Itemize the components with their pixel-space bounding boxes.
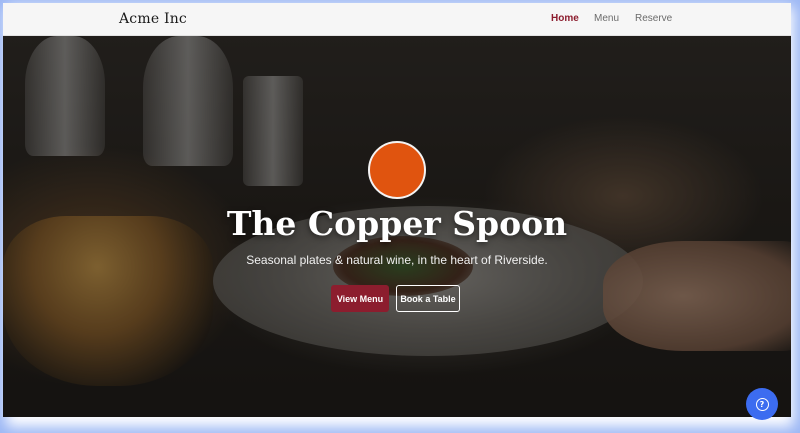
hero-section: The Copper Spoon Seasonal plates & natur… bbox=[3, 36, 791, 417]
view-menu-button[interactable]: View Menu bbox=[331, 285, 389, 312]
help-floating-button[interactable]: ? bbox=[746, 388, 778, 420]
book-table-button[interactable]: Book a Table bbox=[396, 285, 460, 312]
nav-link-menu[interactable]: Menu bbox=[594, 13, 619, 24]
nav-link-reserve[interactable]: Reserve bbox=[635, 13, 672, 24]
browser-frame: Acme Inc Home Menu Reserve The Copper Sp… bbox=[0, 0, 800, 433]
hero-subtitle: Seasonal plates & natural wine, in the h… bbox=[246, 253, 548, 267]
top-navbar: Acme Inc Home Menu Reserve bbox=[3, 3, 791, 36]
nav-link-home[interactable]: Home bbox=[551, 13, 579, 24]
hero-title: The Copper Spoon bbox=[226, 204, 568, 243]
question-circle-icon: ? bbox=[755, 397, 769, 411]
restaurant-logo-circle bbox=[368, 141, 426, 199]
brand-logo-text[interactable]: Acme Inc bbox=[119, 11, 187, 27]
